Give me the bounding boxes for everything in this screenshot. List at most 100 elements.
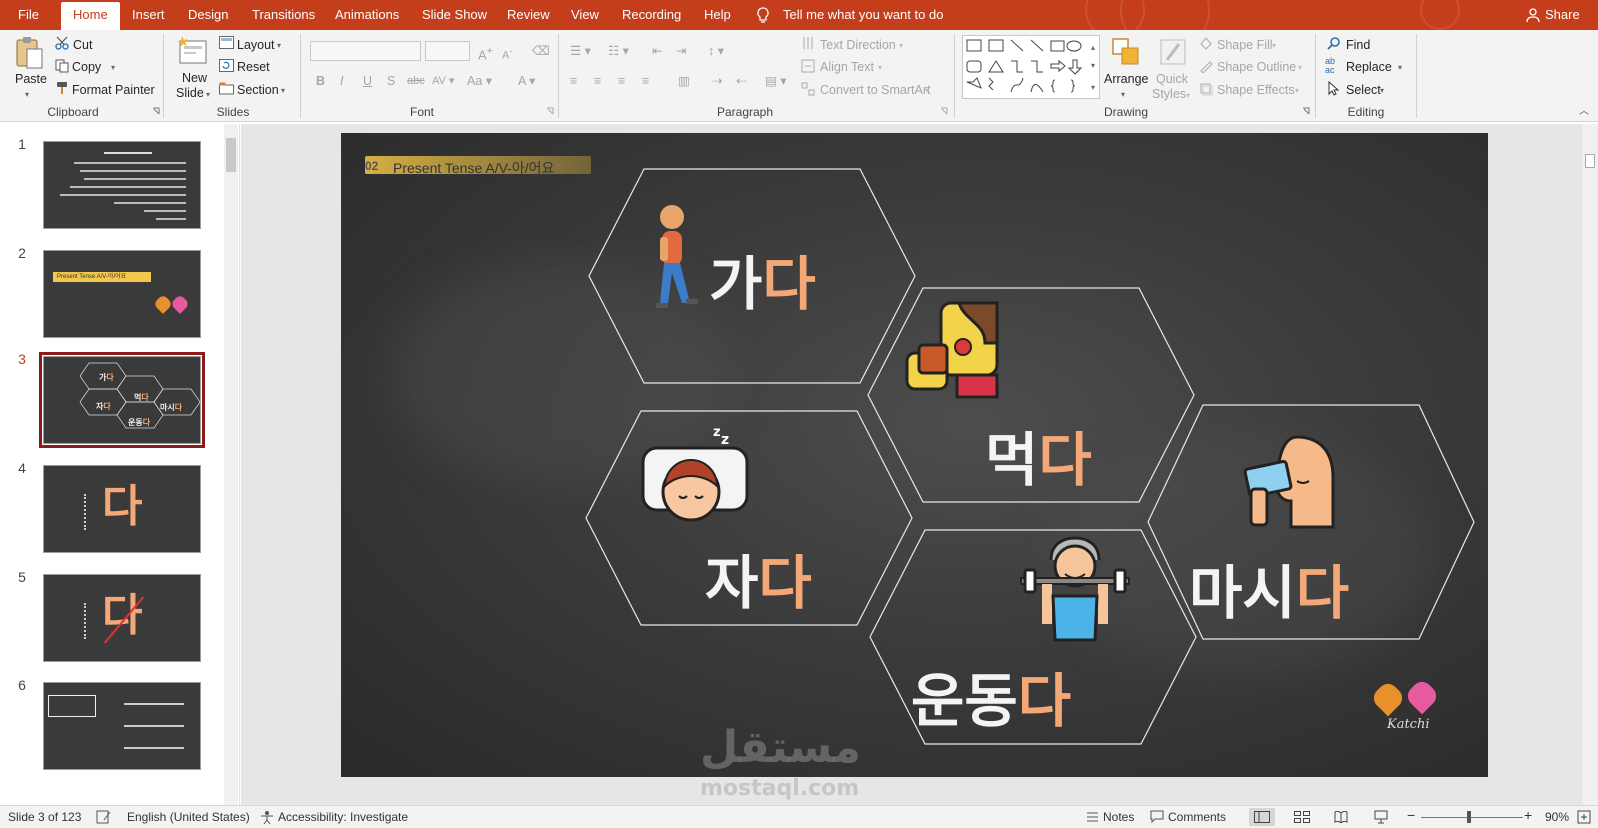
- dialog-launcher-icon[interactable]: [1302, 107, 1310, 115]
- rtl-icon[interactable]: ⇠: [736, 73, 746, 89]
- paste-icon[interactable]: [13, 35, 45, 71]
- new-slide-dropdown[interactable]: ▾: [206, 87, 210, 103]
- shape-outline-dropdown[interactable]: ▾: [1298, 60, 1302, 76]
- shape-fill-dropdown[interactable]: ▾: [1272, 38, 1276, 54]
- replace-button[interactable]: Replace: [1346, 59, 1392, 75]
- align-text-button[interactable]: Align Text: [820, 59, 874, 75]
- italic-icon[interactable]: I: [340, 73, 343, 89]
- spelling-check-icon[interactable]: [96, 810, 112, 824]
- canvas-vertical-scrollbar[interactable]: [1582, 124, 1598, 805]
- tab-transitions[interactable]: Transitions: [252, 0, 315, 30]
- dialog-launcher-icon[interactable]: [152, 107, 160, 115]
- canvas-scroll-thumb[interactable]: [1585, 154, 1595, 168]
- find-button[interactable]: Find: [1346, 37, 1370, 53]
- slide-thumbnail-5[interactable]: 다: [43, 574, 201, 662]
- gallery-down[interactable]: ▾: [1091, 58, 1095, 74]
- line-spacing-icon[interactable]: ↕ ▾: [708, 43, 724, 59]
- slideshow-view-icon[interactable]: [1374, 810, 1388, 824]
- tab-file[interactable]: File: [18, 0, 39, 30]
- shape-effects-button[interactable]: Shape Effects: [1217, 82, 1295, 98]
- select-dropdown[interactable]: ▾: [1380, 83, 1384, 99]
- change-case-icon[interactable]: Aa ▾: [467, 73, 492, 89]
- tab-home[interactable]: Home: [61, 2, 120, 30]
- thumbnail-scroll-thumb[interactable]: [226, 138, 236, 172]
- quick-styles-button[interactable]: Quick: [1156, 71, 1188, 87]
- tab-help[interactable]: Help: [704, 0, 731, 30]
- paste-dropdown[interactable]: ▾: [25, 87, 29, 103]
- collapse-ribbon-icon[interactable]: ︿: [1579, 104, 1589, 120]
- new-slide-label[interactable]: Slide: [176, 85, 204, 101]
- quick-styles-icon[interactable]: [1157, 36, 1189, 68]
- slide-sorter-icon[interactable]: [1294, 811, 1310, 823]
- text-direction-button[interactable]: Text Direction: [820, 37, 896, 53]
- zoom-slider-thumb[interactable]: [1467, 811, 1471, 823]
- thumbnail-scrollbar[interactable]: [224, 124, 238, 805]
- arrange-button[interactable]: Arrange: [1104, 71, 1148, 87]
- tab-animations[interactable]: Animations: [335, 0, 399, 30]
- slide-thumbnail-6[interactable]: [43, 682, 201, 770]
- zoom-level[interactable]: 90%: [1545, 810, 1569, 824]
- tab-design[interactable]: Design: [188, 0, 228, 30]
- new-slide-icon[interactable]: [176, 34, 210, 68]
- quick-styles-label[interactable]: Styles: [1152, 86, 1186, 102]
- dialog-launcher-icon[interactable]: [546, 107, 554, 115]
- paste-button[interactable]: Paste: [15, 71, 47, 87]
- cut-button[interactable]: Cut: [73, 37, 92, 53]
- share-button[interactable]: Share: [1545, 0, 1580, 30]
- column-options-icon[interactable]: ▤ ▾: [765, 73, 787, 89]
- bold-icon[interactable]: B: [316, 73, 325, 89]
- decrease-font-icon[interactable]: A-: [502, 43, 512, 64]
- shape-effects-dropdown[interactable]: ▾: [1295, 83, 1299, 99]
- fit-to-window-icon[interactable]: [1577, 810, 1591, 824]
- copy-dropdown[interactable]: ▾: [111, 60, 115, 76]
- bullets-icon[interactable]: ☰ ▾: [570, 43, 591, 59]
- quick-styles-dropdown[interactable]: ▾: [1186, 88, 1190, 104]
- layout-dropdown[interactable]: ▾: [277, 38, 281, 54]
- tab-slideshow[interactable]: Slide Show: [422, 0, 487, 30]
- current-slide[interactable]: 02 Present Tense A/V-아/어요 가다 먹다 z z Z 자다…: [341, 133, 1488, 777]
- increase-font-icon[interactable]: A+: [478, 43, 493, 63]
- font-name-combo[interactable]: [310, 41, 421, 61]
- arrange-icon[interactable]: [1110, 36, 1142, 68]
- copy-button[interactable]: Copy: [72, 59, 101, 75]
- slide-thumbnail-4[interactable]: 다: [43, 465, 201, 553]
- comments-button[interactable]: Comments: [1168, 810, 1226, 824]
- increase-indent-icon[interactable]: ⇥: [676, 43, 686, 59]
- slide-thumbnail-2[interactable]: Present Tense A/V-아/어요: [43, 250, 201, 338]
- replace-dropdown[interactable]: ▾: [1398, 60, 1402, 76]
- format-painter-button[interactable]: Format Painter: [72, 82, 155, 98]
- decrease-indent-icon[interactable]: ⇤: [652, 43, 662, 59]
- zoom-in-button[interactable]: +: [1524, 807, 1532, 823]
- reading-view-icon[interactable]: [1334, 811, 1348, 823]
- layout-button[interactable]: Layout: [237, 37, 275, 53]
- columns-icon[interactable]: ▥: [678, 73, 690, 89]
- zoom-slider[interactable]: [1421, 817, 1523, 818]
- font-color-icon[interactable]: A ▾: [518, 73, 535, 89]
- new-slide-button[interactable]: New: [182, 70, 207, 86]
- tab-insert[interactable]: Insert: [132, 0, 165, 30]
- numbering-icon[interactable]: ☷ ▾: [608, 43, 629, 59]
- select-button[interactable]: Select: [1346, 82, 1381, 98]
- arrange-dropdown[interactable]: ▾: [1121, 87, 1125, 103]
- justify-icon[interactable]: ≡: [642, 73, 649, 89]
- gallery-up[interactable]: ▴: [1091, 40, 1095, 56]
- notes-button[interactable]: Notes: [1103, 810, 1134, 824]
- shapes-gallery-icons[interactable]: [965, 38, 1085, 96]
- char-spacing-icon[interactable]: AV ▾: [432, 73, 454, 89]
- align-text-dropdown[interactable]: ▾: [878, 60, 882, 76]
- slide-thumbnail-1[interactable]: [43, 141, 201, 229]
- underline-icon[interactable]: U: [363, 73, 372, 89]
- language-indicator[interactable]: English (United States): [127, 810, 250, 824]
- align-right-icon[interactable]: ≡: [618, 73, 625, 89]
- text-direction-dropdown[interactable]: ▾: [899, 38, 903, 54]
- slide-thumbnail-3[interactable]: 가다 먹다 자다 마시다 운동다: [39, 352, 205, 448]
- shadow-icon[interactable]: S: [387, 73, 395, 89]
- shape-fill-button[interactable]: Shape Fill: [1217, 37, 1273, 53]
- section-button[interactable]: Section: [237, 82, 279, 98]
- tell-me-search[interactable]: Tell me what you want to do: [783, 0, 943, 30]
- align-left-icon[interactable]: ≡: [570, 73, 577, 89]
- section-dropdown[interactable]: ▾: [281, 83, 285, 99]
- dialog-launcher-icon[interactable]: [940, 107, 948, 115]
- shape-outline-button[interactable]: Shape Outline: [1217, 59, 1296, 75]
- tab-view[interactable]: View: [571, 0, 599, 30]
